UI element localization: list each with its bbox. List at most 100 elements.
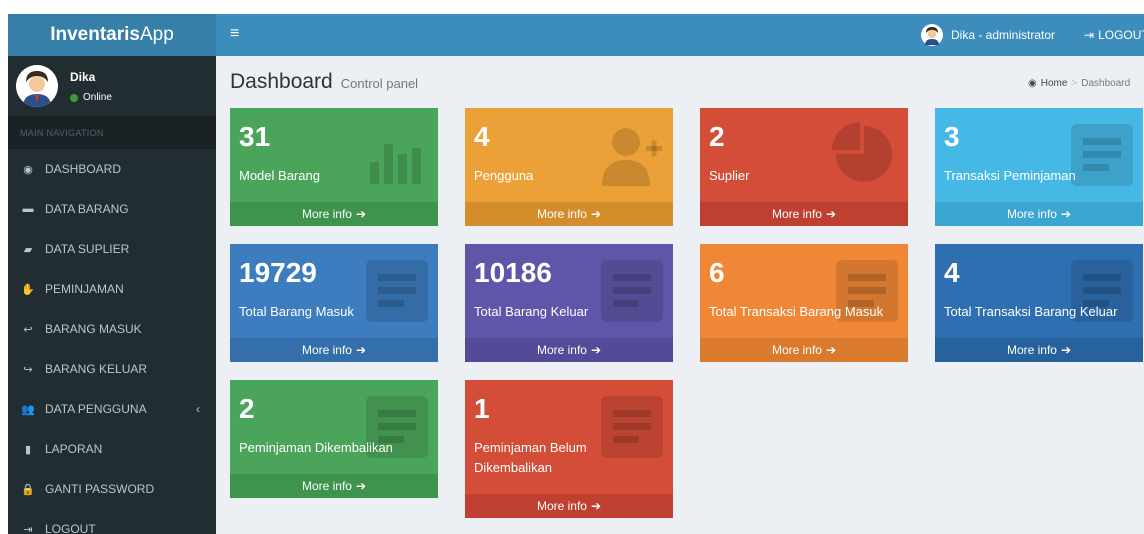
breadcrumb-separator: > <box>1071 78 1078 89</box>
more-info-link[interactable]: More info ➔ <box>465 338 673 362</box>
sign-out-icon: ⇥ <box>23 523 33 534</box>
online-status-label: Online <box>83 92 112 103</box>
user-panel: Dika Online <box>8 56 216 116</box>
reply-icon: ↩ <box>23 323 33 336</box>
box-label: Suplier <box>709 168 750 183</box>
sidebar-item-peminjaman[interactable]: ✋ PEMINJAMAN <box>8 269 216 309</box>
logo-rest: App <box>139 24 174 45</box>
truck-icon: ▰ <box>23 243 33 256</box>
sidebar-item-label: PEMINJAMAN <box>45 282 124 296</box>
arrow-circle-right-icon: ➔ <box>825 207 837 221</box>
sidebar-item-ganti-password[interactable]: 🔒 GANTI PASSWORD <box>8 469 216 509</box>
more-info-label: More info <box>771 207 822 221</box>
more-info-link[interactable]: More info ➔ <box>230 338 438 362</box>
arrow-circle-right-icon: ➔ <box>825 343 837 357</box>
dashboard-icon: ◉ <box>23 163 33 176</box>
logout-top-button[interactable]: ⇥ LOGOUT <box>1084 14 1144 56</box>
box-label: Pengguna <box>474 168 534 183</box>
user-avatar-icon <box>16 65 58 107</box>
more-info-label: More info <box>536 499 587 513</box>
page-title: Dashboard <box>230 70 333 93</box>
arrow-circle-right-icon: ➔ <box>590 207 602 221</box>
sidebar-item-label: DASHBOARD <box>45 162 122 176</box>
info-box-total-transaksi-barang-keluar: 4 Total Transaksi Barang Keluar More inf… <box>935 244 1143 362</box>
more-info-link[interactable]: More info ➔ <box>700 338 908 362</box>
sidebar-item-dashboard[interactable]: ◉ DASHBOARD <box>8 149 216 189</box>
sidebar-item-barang-masuk[interactable]: ↩ BARANG MASUK <box>8 309 216 349</box>
sidebar-item-data-suplier[interactable]: ▰ DATA SUPLIER <box>8 229 216 269</box>
arrow-circle-right-icon: ➔ <box>1060 343 1072 357</box>
more-info-label: More info <box>1006 343 1057 357</box>
sidebar-item-data-barang[interactable]: ▬ DATA BARANG <box>8 189 216 229</box>
content-header: Dashboard Control panel <box>230 70 418 94</box>
nav-header: MAIN NAVIGATION <box>8 116 216 149</box>
sidebar-item-label: LAPORAN <box>45 442 103 456</box>
arrow-circle-right-icon: ➔ <box>590 499 602 513</box>
more-info-link[interactable]: More info ➔ <box>230 202 438 226</box>
top-navbar: ≡ Dika - administrator ⇥ LOGOUT <box>216 14 1144 56</box>
more-info-link[interactable]: More info ➔ <box>700 202 908 226</box>
hand-icon: ✋ <box>21 283 35 296</box>
chevron-left-icon: ‹ <box>196 402 200 416</box>
info-box-pengguna: 4 Pengguna More info ➔ <box>465 108 673 226</box>
box-label: Total Barang Keluar <box>474 304 589 319</box>
arrow-circle-right-icon: ➔ <box>355 479 367 493</box>
users-icon: 👥 <box>21 403 35 416</box>
sidebar-item-laporan[interactable]: ▮ LAPORAN <box>8 429 216 469</box>
info-box-suplier: 2 Suplier More info ➔ <box>700 108 908 226</box>
info-box-total-barang-keluar: 10186 Total Barang Keluar More info ➔ <box>465 244 673 362</box>
logo-bold: Inventaris <box>50 24 140 45</box>
share-icon: ↪ <box>23 363 33 376</box>
user-avatar-icon <box>921 24 943 46</box>
info-box-peminjaman-belum-dikembalikan: 1 Peminjaman Belum Dikembalikan More inf… <box>465 380 673 518</box>
user-menu-label: Dika - administrator <box>951 28 1056 42</box>
sidebar-toggle-icon[interactable]: ≡ <box>230 25 239 43</box>
sidebar-item-label: BARANG KELUAR <box>45 362 148 376</box>
sidebar-item-label: LOGOUT <box>45 522 96 534</box>
sidebar: Dika Online MAIN NAVIGATION ◉ DASHBOARD … <box>8 56 216 534</box>
sidebar-user-name: Dika <box>70 70 96 84</box>
more-info-label: More info <box>301 479 352 493</box>
breadcrumb-home-link[interactable]: Home <box>1041 78 1068 89</box>
more-info-label: More info <box>301 207 352 221</box>
arrow-circle-right-icon: ➔ <box>1060 207 1072 221</box>
sidebar-item-logout[interactable]: ⇥ LOGOUT <box>8 509 216 534</box>
more-info-label: More info <box>771 343 822 357</box>
arrow-circle-right-icon: ➔ <box>355 343 367 357</box>
more-info-link[interactable]: More info ➔ <box>465 494 673 518</box>
more-info-link[interactable]: More info ➔ <box>935 202 1143 226</box>
box-label: Total Transaksi Barang Masuk <box>709 304 884 319</box>
breadcrumb: ◉ Home > Dashboard <box>1028 78 1130 89</box>
box-label: Peminjaman Dikembalikan <box>239 440 393 455</box>
sidebar-item-barang-keluar[interactable]: ↪ BARANG KELUAR <box>8 349 216 389</box>
box-label: Total Transaksi Barang Keluar <box>944 304 1118 319</box>
app-logo[interactable]: Inventaris App <box>8 14 216 56</box>
logout-top-label: LOGOUT <box>1098 28 1144 42</box>
arrow-circle-right-icon: ➔ <box>355 207 367 221</box>
avatar <box>16 65 58 107</box>
sidebar-item-label: BARANG MASUK <box>45 322 142 336</box>
more-info-link[interactable]: More info ➔ <box>230 474 438 498</box>
online-dot-icon <box>70 93 78 102</box>
user-menu[interactable]: Dika - administrator <box>921 14 1055 56</box>
app-window: Inventaris App ≡ Dika - administrator ⇥ L… <box>8 14 1144 534</box>
more-info-label: More info <box>536 343 587 357</box>
box-label: Model Barang <box>239 168 320 183</box>
sidebar-item-data-pengguna[interactable]: 👥 DATA PENGGUNA ‹ <box>8 389 216 429</box>
file-icon: ▮ <box>24 443 32 456</box>
box-label: Transaksi Peminjaman <box>944 168 1076 183</box>
more-info-label: More info <box>301 343 352 357</box>
more-info-link[interactable]: More info ➔ <box>935 338 1143 362</box>
sidebar-item-label: GANTI PASSWORD <box>45 482 155 496</box>
info-box-model-barang: 31 Model Barang More info ➔ <box>230 108 438 226</box>
online-status: Online <box>70 92 112 103</box>
more-info-link[interactable]: More info ➔ <box>465 202 673 226</box>
sidebar-item-label: DATA PENGGUNA <box>45 402 147 416</box>
info-box-total-transaksi-barang-masuk: 6 Total Transaksi Barang Masuk More info… <box>700 244 908 362</box>
info-box-transaksi-peminjaman: 3 Transaksi Peminjaman More info ➔ <box>935 108 1143 226</box>
list-icon <box>601 396 663 458</box>
sign-out-icon: ⇥ <box>1084 28 1095 42</box>
box-label: Peminjaman Belum Dikembalikan <box>474 440 587 475</box>
lock-icon: 🔒 <box>21 483 35 496</box>
dashboard-icon: ◉ <box>1028 78 1037 89</box>
